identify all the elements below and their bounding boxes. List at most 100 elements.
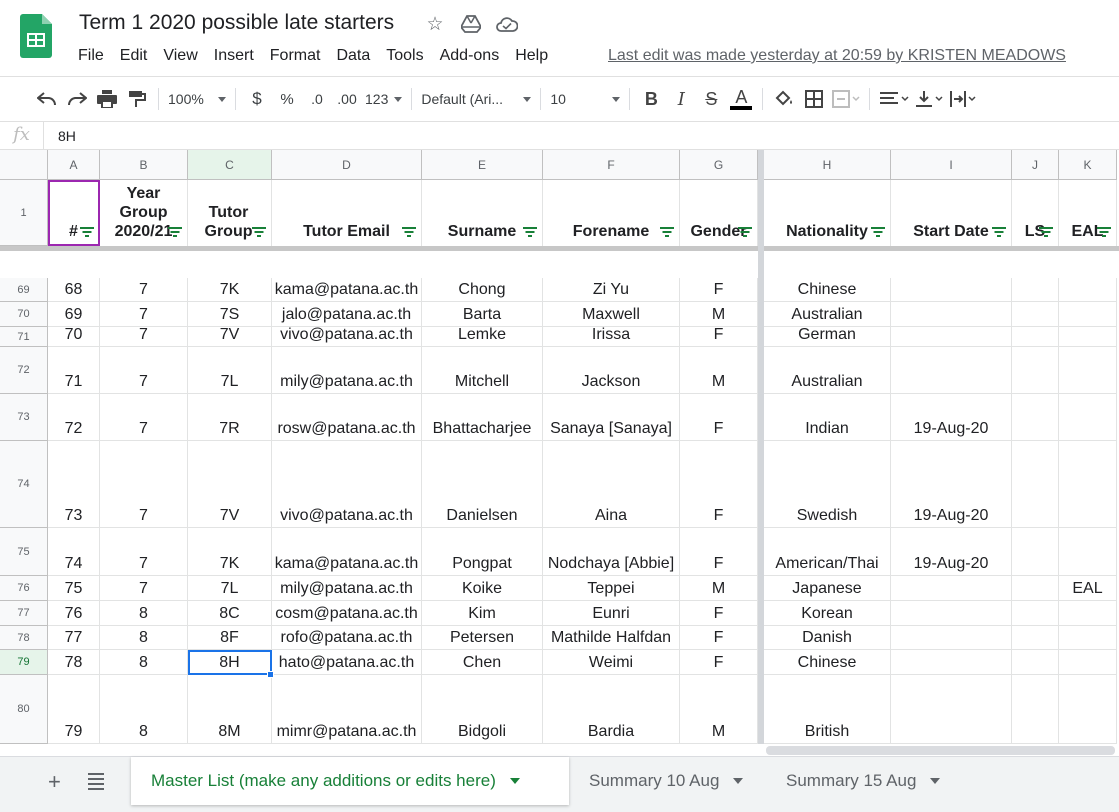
- sheet-tab-summary-10-aug[interactable]: Summary 10 Aug: [569, 757, 766, 805]
- paint-format-icon[interactable]: [122, 84, 152, 114]
- cell-start-date[interactable]: 19-Aug-20: [891, 394, 1012, 441]
- cell-tutor-email[interactable]: hato@patana.ac.th: [272, 650, 422, 675]
- cell-gender[interactable]: M: [680, 302, 758, 327]
- sheets-logo-icon[interactable]: [20, 14, 52, 58]
- filter-icon[interactable]: [1039, 227, 1053, 237]
- column-header-a[interactable]: A: [48, 150, 100, 180]
- percent-format-button[interactable]: %: [272, 84, 302, 114]
- cell-ls[interactable]: [1012, 394, 1059, 441]
- cell-nationality[interactable]: German: [764, 327, 891, 347]
- cell-number[interactable]: 74: [48, 528, 100, 576]
- cell-tutor-email[interactable]: vivo@patana.ac.th: [272, 441, 422, 528]
- cell-eal[interactable]: [1059, 347, 1117, 394]
- cell-eal[interactable]: EAL: [1059, 576, 1117, 601]
- cell-ls[interactable]: [1012, 626, 1059, 650]
- cell-gender[interactable]: F: [680, 278, 758, 302]
- sheet-tab-master-list[interactable]: Master List (make any additions or edits…: [131, 757, 569, 805]
- cell-number[interactable]: 70: [48, 327, 100, 347]
- cell-surname[interactable]: Chong: [422, 278, 543, 302]
- column-header-k[interactable]: K: [1059, 150, 1117, 180]
- cell-start-date[interactable]: [891, 626, 1012, 650]
- cell-tutor-email[interactable]: cosm@patana.ac.th: [272, 601, 422, 626]
- cell-ls[interactable]: [1012, 278, 1059, 302]
- cell-start-date[interactable]: [891, 278, 1012, 302]
- header-tutor-email[interactable]: Tutor Email: [272, 180, 422, 246]
- cell-tutor-email[interactable]: mily@patana.ac.th: [272, 576, 422, 601]
- cell-tutor-group[interactable]: 8F: [188, 626, 272, 650]
- column-header-b[interactable]: B: [100, 150, 188, 180]
- cell-gender[interactable]: F: [680, 601, 758, 626]
- cell-nationality[interactable]: Chinese: [764, 650, 891, 675]
- cell-tutor-email[interactable]: kama@patana.ac.th: [272, 278, 422, 302]
- frozen-row-divider[interactable]: [0, 246, 1119, 251]
- currency-format-button[interactable]: $: [242, 84, 272, 114]
- cell-year-group[interactable]: 7: [100, 302, 188, 327]
- cell-ls[interactable]: [1012, 302, 1059, 327]
- column-header-i[interactable]: I: [891, 150, 1012, 180]
- cell-eal[interactable]: [1059, 441, 1117, 528]
- cell-ls[interactable]: [1012, 441, 1059, 528]
- cell-number[interactable]: 79: [48, 675, 100, 744]
- font-family-select[interactable]: Default (Ari...: [418, 84, 534, 114]
- cell-ls[interactable]: [1012, 601, 1059, 626]
- cell-year-group[interactable]: 8: [100, 675, 188, 744]
- cell-ls[interactable]: [1012, 675, 1059, 744]
- cell-gender[interactable]: F: [680, 441, 758, 528]
- move-to-drive-icon[interactable]: [460, 13, 482, 35]
- cell-forename[interactable]: Teppei: [543, 576, 680, 601]
- filter-icon[interactable]: [402, 227, 416, 237]
- cell-start-date[interactable]: [891, 347, 1012, 394]
- cell-year-group[interactable]: 8: [100, 626, 188, 650]
- cell-tutor-group[interactable]: 8M: [188, 675, 272, 744]
- cell-year-group[interactable]: 7: [100, 394, 188, 441]
- cell-ls[interactable]: [1012, 576, 1059, 601]
- cell-tutor-group[interactable]: 7K: [188, 528, 272, 576]
- cell-gender[interactable]: F: [680, 528, 758, 576]
- chevron-down-icon[interactable]: [733, 778, 744, 784]
- menu-view[interactable]: View: [155, 45, 205, 67]
- cell-tutor-email[interactable]: rofo@patana.ac.th: [272, 626, 422, 650]
- all-sheets-menu-icon[interactable]: [88, 773, 104, 793]
- row-header-73[interactable]: 73: [0, 394, 48, 441]
- cell-surname[interactable]: Petersen: [422, 626, 543, 650]
- cell-nationality[interactable]: Indian: [764, 394, 891, 441]
- row-header-76[interactable]: 76: [0, 576, 48, 601]
- cell-gender[interactable]: M: [680, 576, 758, 601]
- filter-icon[interactable]: [168, 227, 182, 237]
- cell-number[interactable]: 76: [48, 601, 100, 626]
- column-header-c[interactable]: C: [188, 150, 272, 180]
- text-color-button[interactable]: A: [726, 84, 756, 114]
- cell-forename[interactable]: Maxwell: [543, 302, 680, 327]
- undo-icon[interactable]: [32, 84, 62, 114]
- cell-number[interactable]: 75: [48, 576, 100, 601]
- chevron-down-icon[interactable]: [930, 778, 941, 784]
- cell-tutor-group[interactable]: 8C: [188, 601, 272, 626]
- header-forename[interactable]: Forename: [543, 180, 680, 246]
- horizontal-align-icon[interactable]: [876, 84, 912, 114]
- cell-nationality[interactable]: Japanese: [764, 576, 891, 601]
- cell-tutor-group[interactable]: 7S: [188, 302, 272, 327]
- cell-eal[interactable]: [1059, 394, 1117, 441]
- cell-number[interactable]: 72: [48, 394, 100, 441]
- cell-year-group[interactable]: 7: [100, 347, 188, 394]
- increase-decimal-button[interactable]: .00: [332, 84, 362, 114]
- cell-forename[interactable]: Nodchaya [Abbie]: [543, 528, 680, 576]
- cell-gender[interactable]: F: [680, 626, 758, 650]
- last-edit-link[interactable]: Last edit was made yesterday at 20:59 by…: [608, 47, 1066, 65]
- cell-ls[interactable]: [1012, 347, 1059, 394]
- cell-forename[interactable]: Zi Yu: [543, 278, 680, 302]
- menu-format[interactable]: Format: [262, 45, 329, 67]
- print-icon[interactable]: [92, 84, 122, 114]
- font-size-select[interactable]: 10: [547, 84, 623, 114]
- text-wrapping-icon[interactable]: [946, 84, 980, 114]
- cell-tutor-email[interactable]: mimr@patana.ac.th: [272, 675, 422, 744]
- row-header-69[interactable]: 69: [0, 278, 48, 302]
- cell-surname[interactable]: Kim: [422, 601, 543, 626]
- row-header-74[interactable]: 74: [0, 441, 48, 528]
- header-eal[interactable]: EAL: [1059, 180, 1117, 246]
- cell-start-date[interactable]: 19-Aug-20: [891, 528, 1012, 576]
- cell-forename[interactable]: Aina: [543, 441, 680, 528]
- filter-icon[interactable]: [871, 227, 885, 237]
- cell-start-date[interactable]: [891, 576, 1012, 601]
- cell-tutor-group[interactable]: 7V: [188, 327, 272, 347]
